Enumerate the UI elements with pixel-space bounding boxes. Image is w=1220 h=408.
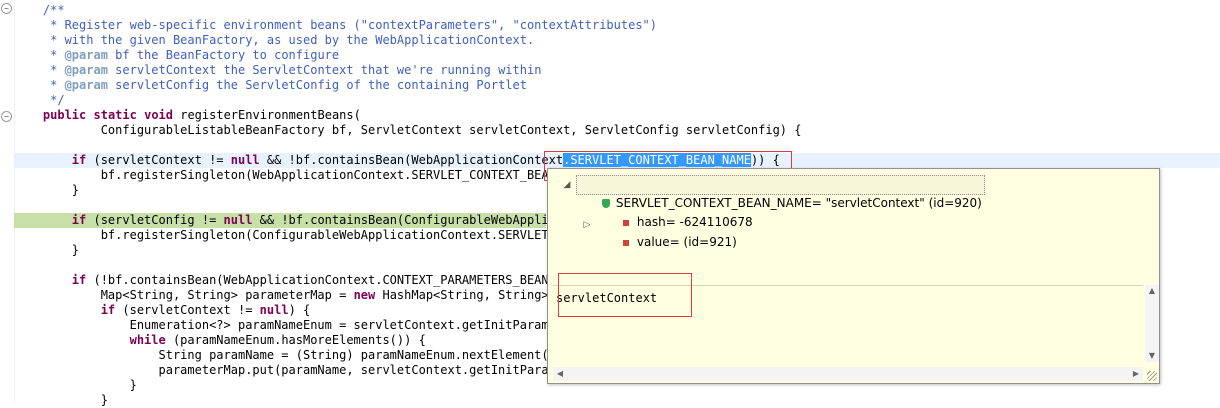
code-line[interactable]: * with the given BeanFactory, as used by…: [14, 33, 1220, 48]
code-line-text: }: [14, 378, 137, 392]
detail-horizontal-scrollbar[interactable]: ◀ ▶: [553, 367, 1143, 381]
fold-collapse-icon[interactable]: −: [1, 111, 12, 122]
code-line[interactable]: public static void registerEnvironmentBe…: [14, 108, 1220, 123]
collapsed-arrow-icon[interactable]: ▷: [582, 219, 592, 231]
code-line-text: * @param servletContext the ServletConte…: [14, 63, 542, 77]
code-line[interactable]: ConfigurableListableBeanFactory bf, Serv…: [14, 123, 1220, 138]
code-line-text: * @param servletConfig the ServletConfig…: [14, 78, 527, 92]
code-line-text: */: [14, 93, 65, 107]
code-line-text: * @param bf the BeanFactory to configure: [14, 48, 340, 62]
variable-tree[interactable]: ◢ SERVLET_CONTEXT_BEAN_NAME= "servletCon…: [548, 169, 1159, 272]
code-line-text: * with the given BeanFactory, as used by…: [14, 33, 535, 47]
expanded-arrow-icon[interactable]: ◢: [562, 179, 572, 191]
code-line-text: bf.registerSingleton(ConfigurableWebAppl…: [14, 228, 564, 242]
editor-gutter: − −: [0, 0, 15, 401]
fold-collapse-icon[interactable]: −: [1, 3, 12, 14]
tree-node-root[interactable]: SERVLET_CONTEXT_BEAN_NAME= "servletConte…: [576, 175, 985, 210]
scroll-down-icon[interactable]: ▼: [1145, 350, 1159, 362]
code-line[interactable]: * @param servletContext the ServletConte…: [14, 63, 1220, 78]
tree-node-hash[interactable]: hash= -624110678: [600, 195, 753, 229]
code-line-text: if (!bf.containsBean(WebApplicationConte…: [71, 273, 564, 287]
code-line-text: Map<String, String> parameterMap = new H…: [14, 288, 564, 302]
code-line[interactable]: * Register web-specific environment bean…: [14, 18, 1220, 33]
code-line-text: while (paramNameEnum.hasMoreElements()) …: [129, 333, 426, 347]
value-detail-pane[interactable]: servletContext: [553, 285, 1143, 371]
code-line-text: if (servletContext != null) {: [100, 303, 311, 317]
code-line[interactable]: /**: [14, 3, 1220, 18]
debug-hover-popup[interactable]: ◢ SERVLET_CONTEXT_BEAN_NAME= "servletCon…: [547, 168, 1160, 384]
code-line-text: }: [14, 243, 80, 257]
code-line-text: String paramName = (String) paramNameEnu…: [14, 348, 564, 362]
resize-grip-icon[interactable]: [1147, 371, 1157, 381]
final-field-icon: [622, 239, 629, 246]
scroll-up-icon[interactable]: ▲: [1145, 285, 1159, 297]
scroll-left-icon[interactable]: ◀: [553, 368, 567, 380]
code-line-text: Enumeration<?> paramNameEnum = servletCo…: [14, 318, 564, 332]
code-line[interactable]: * @param bf the BeanFactory to configure: [14, 48, 1220, 63]
code-line-text: if (servletContext != null && !bf.contai…: [71, 153, 780, 167]
code-line-text: ConfigurableListableBeanFactory bf, Serv…: [14, 123, 802, 137]
code-line-text: * Register web-specific environment bean…: [14, 18, 657, 32]
code-line-text: }: [14, 183, 80, 197]
code-line[interactable]: * @param servletConfig the ServletConfig…: [14, 78, 1220, 93]
code-line-text: public static void registerEnvironmentBe…: [42, 108, 361, 122]
code-line-text: parameterMap.put(paramName, servletConte…: [14, 363, 564, 377]
code-line[interactable]: [14, 138, 1220, 153]
code-line[interactable]: if (servletContext != null && !bf.contai…: [14, 153, 1220, 168]
tree-node-value[interactable]: value= (id=921): [600, 215, 737, 249]
code-line-text: if (servletConfig != null && !bf.contain…: [71, 213, 564, 227]
detail-vertical-scrollbar[interactable]: ▲ ▼: [1145, 285, 1159, 362]
code-line-text: /**: [14, 3, 65, 17]
code-line[interactable]: */: [14, 93, 1220, 108]
code-line-text: bf.registerSingleton(WebApplicationConte…: [14, 168, 564, 182]
scroll-right-icon[interactable]: ▶: [1129, 368, 1143, 380]
